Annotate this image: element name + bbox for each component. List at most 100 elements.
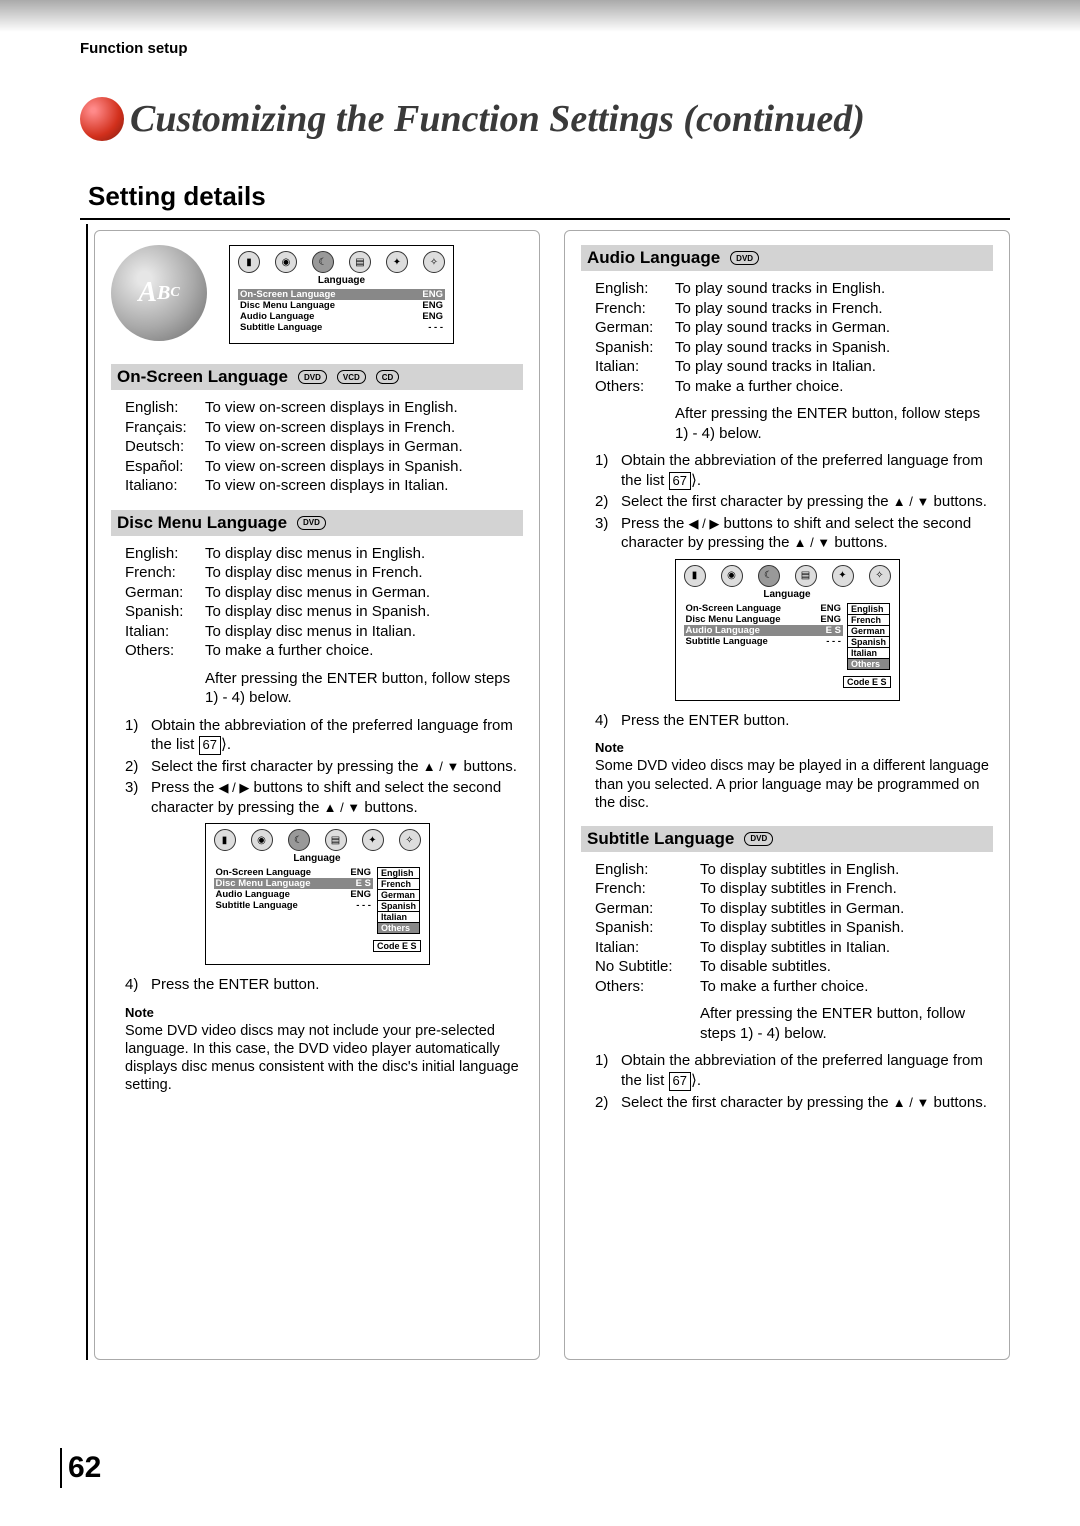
- term: Italian:: [125, 622, 205, 642]
- tab-icon: ✦: [386, 251, 408, 273]
- definition: To display subtitles in Italian.: [700, 938, 993, 958]
- definition: To view on-screen displays in English.: [205, 398, 523, 418]
- page-content: Function setup Customizing the Function …: [80, 40, 1010, 1476]
- term: German:: [125, 583, 205, 603]
- definition: To play sound tracks in Italian.: [675, 357, 993, 377]
- osd-row: Audio LanguageENG: [214, 889, 373, 900]
- abc-sphere-icon: ABC: [111, 245, 207, 341]
- subtitle-steps: 1)Obtain the abbreviation of the preferr…: [595, 1051, 993, 1112]
- left-right-icon: ◀ / ▶: [689, 516, 720, 531]
- term: Others:: [595, 977, 700, 997]
- disc-menu-language-heading: Disc Menu Language DVD: [111, 510, 523, 536]
- term: Italian:: [595, 938, 700, 958]
- submenu-item: English: [848, 604, 889, 615]
- term: Français:: [125, 418, 205, 438]
- submenu-item: French: [848, 615, 889, 626]
- note-heading: Note: [595, 740, 993, 755]
- up-down-icon: ▲ / ▼: [324, 800, 361, 815]
- submenu-item: English: [378, 868, 419, 879]
- tab-icon: ☾: [312, 251, 334, 273]
- osd-label: Language: [684, 589, 891, 600]
- definition: To play sound tracks in French.: [675, 299, 993, 319]
- subtitle-language-heading: Subtitle Language DVD: [581, 826, 993, 852]
- definition: To play sound tracks in German.: [675, 318, 993, 338]
- audio-language-heading: Audio Language DVD: [581, 245, 993, 271]
- osd-label: Language: [214, 853, 421, 864]
- definition: To display subtitles in German.: [700, 899, 993, 919]
- note-heading: Note: [125, 1005, 523, 1020]
- term: English:: [125, 398, 205, 418]
- definition: To view on-screen displays in German.: [205, 437, 523, 457]
- heading-text: Audio Language: [587, 248, 720, 268]
- onscreen-language-heading: On-Screen Language DVD VCD CD: [111, 364, 523, 390]
- tab-icon: ▮: [238, 251, 260, 273]
- definition: To play sound tracks in English.: [675, 279, 993, 299]
- osd-preview-main: ▮ ◉ ☾ ▤ ✦ ✧ Language On-Screen LanguageE…: [229, 245, 454, 344]
- page-ref-67: 67: [669, 472, 691, 491]
- osd-row: Subtitle Language- - -: [684, 636, 843, 647]
- note-text: Some DVD video discs may not include you…: [125, 1022, 523, 1095]
- divider: [80, 218, 1010, 220]
- submenu-item: German: [378, 890, 419, 901]
- osd-row: On-Screen LanguageENG: [684, 603, 843, 614]
- term: French:: [595, 879, 700, 899]
- submenu-item: Italian: [848, 648, 889, 659]
- heading-text: On-Screen Language: [117, 367, 288, 387]
- dvd-pill-icon: DVD: [744, 832, 773, 846]
- term: English:: [595, 860, 700, 880]
- definition: To display disc menus in Spanish.: [205, 602, 523, 622]
- right-column: Audio Language DVD English:To play sound…: [564, 230, 1010, 1360]
- disc-menu-list: English:To display disc menus in English…: [125, 544, 523, 661]
- definition: To disable subtitles.: [700, 957, 993, 977]
- definition: To make a further choice.: [700, 977, 993, 997]
- breadcrumb: Function setup: [80, 40, 1010, 57]
- audio-after-enter: After pressing the ENTER button, follow …: [595, 404, 993, 443]
- term: English:: [595, 279, 675, 299]
- disc-step4: 4)Press the ENTER button.: [125, 975, 523, 995]
- heading-text: Subtitle Language: [587, 829, 734, 849]
- definition: To display subtitles in English.: [700, 860, 993, 880]
- term: German:: [595, 899, 700, 919]
- term: Spanish:: [595, 338, 675, 358]
- definition: To display subtitles in Spanish.: [700, 918, 993, 938]
- osd-row: Audio LanguageE S: [684, 625, 843, 636]
- audio-steps: 1)Obtain the abbreviation of the preferr…: [595, 451, 993, 553]
- submenu-item: Others: [378, 923, 419, 933]
- cd-pill-icon: CD: [376, 370, 400, 384]
- term: French:: [125, 563, 205, 583]
- content-frame: ABC ▮ ◉ ☾ ▤ ✦ ✧ Language On-Screen Langu…: [86, 224, 1010, 1360]
- subtitle-after-enter: After pressing the ENTER button, follow …: [595, 1004, 993, 1043]
- page-number: 62: [60, 1448, 101, 1488]
- osd-label: Language: [238, 275, 445, 286]
- osd-row: On-Screen LanguageENG: [238, 289, 445, 300]
- page-title: Customizing the Function Settings (conti…: [130, 97, 865, 141]
- term: German:: [595, 318, 675, 338]
- term: Others:: [125, 641, 205, 661]
- osd-submenu: EnglishFrenchGermanSpanishItalianOthers: [847, 603, 890, 670]
- top-gradient: [0, 0, 1080, 32]
- term: Italiano:: [125, 476, 205, 496]
- term: Spanish:: [125, 602, 205, 622]
- vcd-pill-icon: VCD: [337, 370, 366, 384]
- subtitle-language-list: English:To display subtitles in English.…: [595, 860, 993, 997]
- definition: To display disc menus in Italian.: [205, 622, 523, 642]
- audio-language-list: English:To play sound tracks in English.…: [595, 279, 993, 396]
- tab-icon: ✧: [423, 251, 445, 273]
- term: English:: [125, 544, 205, 564]
- disc-after-enter: After pressing the ENTER button, follow …: [125, 669, 523, 708]
- code-field: Code E S: [843, 676, 891, 688]
- term: Spanish:: [595, 918, 700, 938]
- dvd-pill-icon: DVD: [298, 370, 327, 384]
- submenu-item: French: [378, 879, 419, 890]
- definition: To view on-screen displays in Italian.: [205, 476, 523, 496]
- osd-row: Subtitle Language- - -: [238, 322, 445, 333]
- page-ref-67: 67: [199, 736, 221, 755]
- osd-row: On-Screen LanguageENG: [214, 867, 373, 878]
- dvd-pill-icon: DVD: [730, 251, 759, 265]
- term: Deutsch:: [125, 437, 205, 457]
- code-field: Code E S: [373, 940, 421, 952]
- submenu-item: Others: [848, 659, 889, 669]
- definition: To view on-screen displays in Spanish.: [205, 457, 523, 477]
- osd-row: Audio LanguageENG: [238, 311, 445, 322]
- submenu-item: Spanish: [848, 637, 889, 648]
